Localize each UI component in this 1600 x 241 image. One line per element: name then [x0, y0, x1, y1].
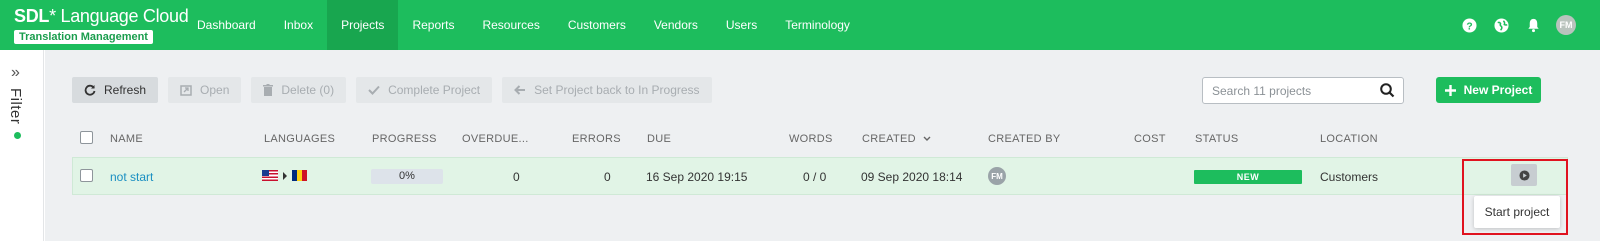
top-navigation-bar: SDL* Language Cloud Translation Manageme… [0, 0, 1600, 50]
due-date: 16 Sep 2020 19:15 [646, 170, 748, 184]
column-header-status[interactable]: STATUS [1195, 133, 1239, 145]
nav-item-dashboard[interactable]: Dashboard [183, 0, 270, 50]
select-all-checkbox[interactable] [80, 131, 93, 144]
refresh-label: Refresh [104, 83, 147, 97]
brand-name: SDL* Language Cloud [14, 6, 189, 26]
trash-icon [263, 84, 274, 96]
project-name-link[interactable]: not start [110, 170, 153, 184]
set-back-in-progress-button[interactable]: Set Project back to In Progress [502, 77, 712, 103]
column-header-errors[interactable]: ERRORS [572, 133, 621, 145]
column-header-cost[interactable]: COST [1134, 133, 1166, 145]
column-header-words[interactable]: WORDS [789, 133, 833, 145]
nav-item-resources[interactable]: Resources [468, 0, 553, 50]
filter-active-indicator [14, 132, 21, 139]
created-header-label: CREATED [862, 133, 916, 145]
search-icon[interactable] [1380, 83, 1395, 98]
row-checkbox[interactable] [80, 169, 93, 182]
delete-button[interactable]: Delete (0) [251, 77, 347, 103]
bell-icon[interactable] [1524, 16, 1542, 34]
svg-text:?: ? [1466, 21, 1472, 32]
column-header-progress[interactable]: PROGRESS [372, 133, 437, 145]
location-value: Customers [1320, 170, 1379, 184]
column-header-due[interactable]: DUE [647, 133, 671, 145]
checkmark-icon [368, 85, 380, 95]
words-value: 0 / 0 [803, 170, 827, 184]
user-avatar[interactable]: FM [1556, 15, 1576, 35]
top-icons: ? FM [1460, 15, 1576, 35]
brand-logo[interactable]: SDL* Language Cloud Translation Manageme… [14, 5, 189, 45]
projects-toolbar: Refresh Open Delete (0) Complete Project… [72, 77, 712, 103]
refresh-icon [84, 84, 96, 96]
romania-flag-icon [292, 170, 307, 181]
main-nav: Dashboard Inbox Projects Reports Resourc… [183, 0, 864, 50]
open-label: Open [200, 83, 230, 97]
created-date: 09 Sep 2020 18:14 [861, 170, 963, 184]
search-box [1202, 77, 1404, 104]
refresh-button[interactable]: Refresh [72, 77, 159, 103]
new-project-button[interactable]: New Project [1436, 77, 1541, 103]
column-header-created-by[interactable]: CREATED BY [988, 133, 1060, 145]
nav-item-users[interactable]: Users [712, 0, 771, 50]
search-input[interactable] [1203, 78, 1373, 103]
complete-project-button[interactable]: Complete Project [356, 77, 493, 103]
projects-main-panel: Refresh Open Delete (0) Complete Project… [45, 50, 1600, 241]
language-pair [262, 170, 307, 181]
us-flag-icon [262, 170, 278, 181]
arrow-right-icon [283, 171, 287, 180]
help-icon[interactable]: ? [1460, 16, 1478, 34]
open-button[interactable]: Open [168, 77, 242, 103]
filter-toggle[interactable]: Filter [7, 88, 24, 124]
column-header-languages[interactable]: LANGUAGES [264, 133, 335, 145]
created-by-avatar: FM [988, 167, 1006, 185]
sort-chevron-down-icon [923, 136, 931, 141]
open-icon [180, 84, 192, 96]
column-header-created[interactable]: CREATED [862, 133, 931, 145]
expand-sidebar-icon[interactable]: » [11, 64, 20, 82]
overdue-value: 0 [513, 170, 520, 184]
nav-item-projects[interactable]: Projects [327, 0, 399, 50]
nav-item-terminology[interactable]: Terminology [771, 0, 864, 50]
globe-icon[interactable] [1492, 16, 1510, 34]
complete-project-label: Complete Project [388, 83, 481, 97]
brand-subtitle: Translation Management [14, 30, 153, 44]
nav-item-customers[interactable]: Customers [554, 0, 640, 50]
set-back-label: Set Project back to In Progress [534, 83, 700, 97]
start-project-tooltip: Start project [1474, 196, 1560, 228]
progress-bar: 0% [371, 169, 443, 184]
nav-item-inbox[interactable]: Inbox [270, 0, 327, 50]
arrow-left-icon [514, 85, 526, 95]
new-project-label: New Project [1463, 83, 1533, 97]
nav-item-reports[interactable]: Reports [398, 0, 468, 50]
delete-label: Delete (0) [281, 83, 335, 97]
column-header-name[interactable]: NAME [110, 133, 143, 145]
column-header-overdue[interactable]: OVERDUE... [462, 133, 529, 145]
filter-sidebar: » Filter [0, 50, 44, 241]
nav-item-vendors[interactable]: Vendors [640, 0, 712, 50]
column-header-location[interactable]: LOCATION [1320, 133, 1378, 145]
status-badge: NEW [1194, 170, 1302, 184]
plus-icon [1444, 84, 1456, 96]
errors-value: 0 [604, 170, 611, 184]
